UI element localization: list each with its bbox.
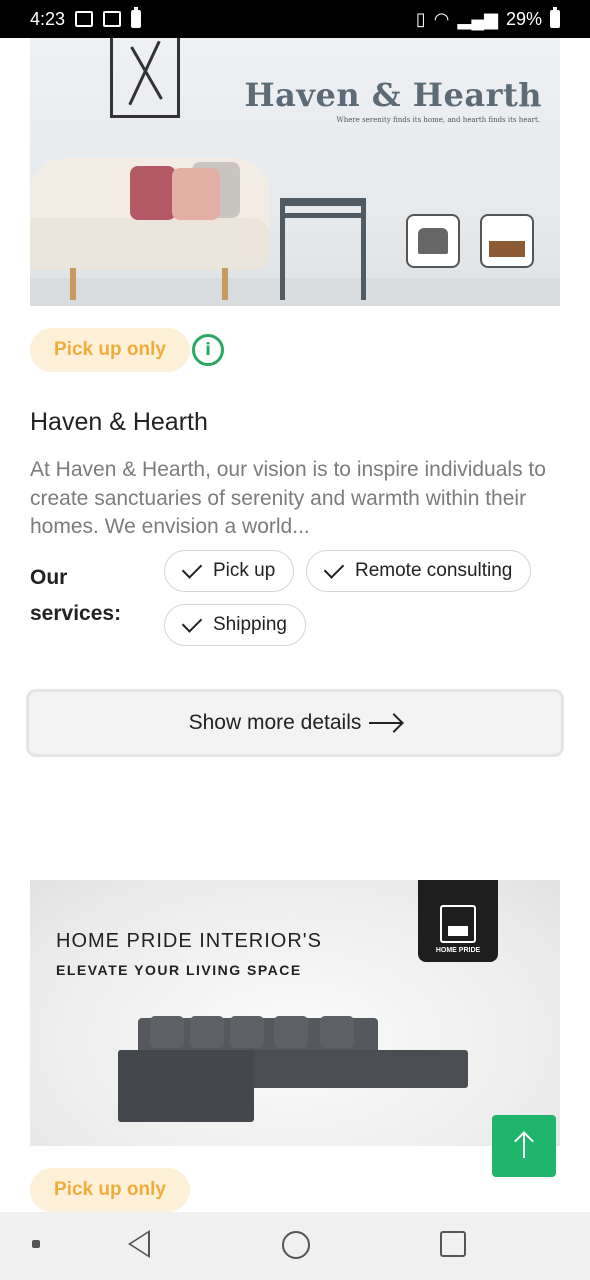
sofa-seat — [30, 218, 270, 270]
sofa-cushion — [320, 1016, 354, 1048]
home-icon[interactable] — [282, 1231, 310, 1259]
service-chip-remote-consulting: Remote consulting — [306, 550, 532, 592]
side-table-image — [280, 198, 366, 206]
dresser-icon — [489, 241, 525, 257]
battery-percentage: 29% — [505, 8, 542, 29]
pillow — [172, 168, 220, 220]
check-icon — [323, 557, 345, 579]
scroll-to-top-button[interactable] — [492, 1115, 556, 1177]
battery-saver-icon — [131, 7, 142, 28]
banner-title: HOME PRIDE INTERIOR'S — [56, 930, 322, 952]
banner-title: Haven & Hearth — [244, 76, 542, 114]
store-title[interactable]: Haven & Hearth — [30, 408, 208, 437]
sofa-cushion — [274, 1016, 308, 1048]
arrow-right-icon — [369, 722, 402, 724]
signal-icon: ▂▄▆ — [457, 8, 498, 29]
check-icon — [181, 611, 203, 633]
sofa-cushion — [230, 1016, 264, 1048]
pickup-only-badge: Pick up only — [30, 328, 190, 372]
check-icon — [181, 557, 203, 579]
status-bar: 4:23 ▯ ◠ ▂▄▆ 29% — [0, 0, 590, 38]
store-banner-image[interactable]: HOME PRIDE INTERIOR'S ELEVATE YOUR LIVIN… — [30, 880, 560, 1146]
service-chip-shipping: Shipping — [164, 604, 306, 646]
armchair-thumbnail — [406, 214, 460, 268]
sofa-cushion — [150, 1016, 184, 1048]
services-label: Our services: — [30, 566, 122, 625]
store-banner-image[interactable]: Haven & Hearth Where serenity finds its … — [30, 38, 560, 306]
gallery-notification-icon — [75, 11, 94, 27]
logo-mark-icon — [440, 905, 476, 943]
sofa-cushion — [190, 1016, 224, 1048]
table-leg — [280, 198, 285, 300]
armchair-icon — [418, 228, 448, 254]
android-nav-bar — [0, 1212, 590, 1280]
side-table-shelf — [284, 213, 362, 218]
wall-clock-decor — [110, 38, 180, 118]
app-notification-icon — [103, 11, 122, 27]
show-more-details-label: Show more details — [188, 711, 362, 734]
info-icon[interactable]: i — [192, 334, 224, 366]
status-time: 4:23 — [30, 8, 66, 29]
banner-tagline: Where serenity finds its home, and heart… — [336, 116, 540, 124]
store-description: At Haven & Hearth, our vision is to insp… — [30, 458, 546, 536]
service-chip-pickup: Pick up — [164, 550, 295, 592]
back-icon[interactable] — [128, 1230, 150, 1258]
service-chip-label: Pick up — [213, 560, 276, 581]
battery-icon — [550, 7, 560, 28]
show-more-details-button[interactable]: Show more details — [26, 689, 564, 757]
wifi-icon: ◠ — [433, 8, 450, 29]
arrow-up-icon — [523, 1134, 525, 1158]
dresser-thumbnail — [480, 214, 534, 268]
home-pride-logo: HOME PRIDE — [418, 880, 498, 962]
pillow — [130, 166, 176, 220]
logo-text: HOME PRIDE — [435, 947, 481, 954]
nav-indicator-icon — [32, 1240, 40, 1248]
banner-tagline: ELEVATE YOUR LIVING SPACE — [56, 962, 302, 978]
table-leg — [361, 198, 366, 300]
service-chip-label: Remote consulting — [355, 560, 513, 581]
vibrate-icon: ▯ — [415, 8, 426, 29]
service-chip-label: Shipping — [213, 614, 287, 635]
recents-icon[interactable] — [440, 1231, 466, 1257]
sofa-leg — [70, 268, 76, 300]
sofa-leg — [222, 268, 228, 300]
sectional-sofa-chaise — [118, 1050, 254, 1122]
pickup-only-badge: Pick up only — [30, 1168, 190, 1212]
floor — [30, 278, 560, 306]
